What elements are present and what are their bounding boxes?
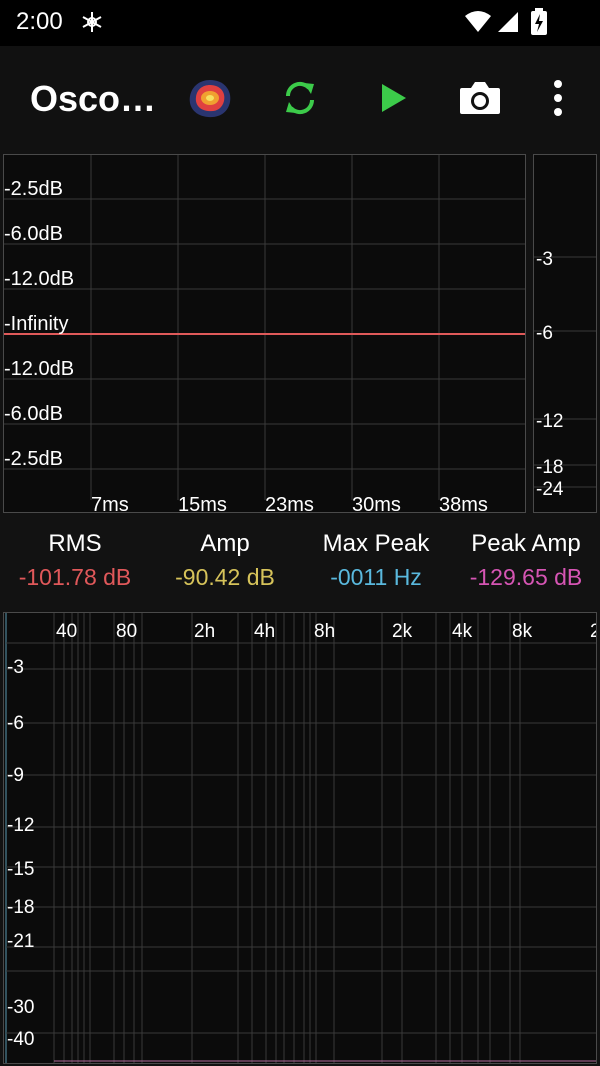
readout-value: -0011 Hz [330, 564, 422, 590]
readout-label: Peak Amp [471, 530, 581, 557]
waveform-x-label: 7ms [91, 494, 129, 512]
readout-rms: RMS -101.78 dB [10, 530, 140, 591]
readout-peak-amp: Peak Amp -129.65 dB [458, 530, 594, 591]
app-title: Osco… [30, 78, 157, 119]
spectrum-y-label: -18 [7, 897, 34, 918]
level-meter-panel: -3 -6 -12 -18 -24 [533, 154, 597, 513]
spectrum-x-label: 8k [512, 621, 533, 642]
spectrum-x-label: 80 [116, 621, 137, 642]
waveform-y-label: -6.0dB [4, 223, 63, 245]
level-meter: -3 -6 -12 -18-24 [534, 249, 596, 500]
waveform-x-label: 15ms [178, 494, 227, 512]
wifi-icon [464, 10, 492, 38]
spectrum-x-label: 2k [392, 621, 413, 642]
spectrum-y-label: -15 [7, 859, 34, 880]
readout-label: Amp [200, 530, 250, 557]
spectrum-panel[interactable]: 40 80 2h 4h 8h 2k 4k 8k 2 -3 -6 -9 -12 -15 -18 -21 -30 -… [3, 612, 597, 1064]
waveform-y-label: -Infinity [4, 313, 68, 335]
cell-signal-icon [496, 10, 520, 38]
waveform-plot: -2.5dB -6.0dB -12.0dB -Infinity -12.0dB -6.0d… [4, 155, 525, 512]
spectrum-x-label: 40 [56, 621, 77, 642]
waveform-x-label: 23ms [265, 494, 314, 512]
meter-label: -24 [536, 479, 564, 500]
readout-value: -90.42 dB [175, 564, 275, 590]
camera-icon[interactable] [456, 74, 504, 122]
readout-label: RMS [48, 530, 102, 557]
spectrum-y-label: -6 [7, 713, 24, 734]
spectrum-x-label: 2 [590, 621, 596, 642]
status-bar: 2:00 [0, 0, 600, 46]
battery-charging-icon [530, 8, 548, 40]
spectrum-plot: 40 80 2h 4h 8h 2k 4k 8k 2 -3 -6 -9 -12 -15 -18 -21 -30 -… [5, 613, 596, 1063]
waveform-x-label: 30ms [352, 494, 401, 512]
readout-max-peak: Max Peak -0011 Hz [306, 530, 446, 591]
waveform-panel[interactable]: -2.5dB -6.0dB -12.0dB -Infinity -12.0dB -6.0d… [3, 154, 526, 513]
meter-label: -18 [536, 457, 563, 478]
waveform-x-label: 38ms [439, 494, 488, 512]
spectrum-x-label: 8h [314, 621, 335, 642]
sync-icon[interactable] [276, 74, 324, 122]
waveform-y-label: -2.5dB [4, 178, 63, 200]
spectrum-x-label: 4h [254, 621, 275, 642]
notification-icon [80, 10, 104, 38]
app-toolbar: Osco… [0, 46, 600, 150]
status-time: 2:00 [16, 8, 63, 35]
waveform-y-label: -2.5dB [4, 448, 63, 470]
app-logo-icon[interactable] [186, 74, 234, 122]
spectrum-y-label: -3 [7, 657, 24, 678]
readout-value: -129.65 dB [469, 564, 583, 590]
more-options-icon[interactable] [534, 74, 582, 122]
readouts-row: RMS -101.78 dB Amp -90.42 dB Max Peak -0… [0, 520, 600, 606]
readout-value: -101.78 dB [18, 564, 132, 590]
spectrum-x-label: 4k [452, 621, 473, 642]
readout-label: Max Peak [322, 530, 430, 557]
play-icon[interactable] [368, 74, 416, 122]
meter-label: -12 [536, 411, 563, 432]
meter-label: -3 [536, 249, 553, 270]
spectrum-y-label: -40 [7, 1029, 34, 1050]
spectrum-y-label: -21 [7, 931, 34, 952]
spectrum-y-label: -30 [7, 997, 34, 1018]
waveform-y-label: -12.0dB [4, 268, 74, 290]
readout-amp: Amp -90.42 dB [160, 530, 290, 591]
spectrum-y-label: -9 [7, 765, 24, 786]
spectrum-x-label: 2h [194, 621, 215, 642]
waveform-y-label: -12.0dB [4, 358, 74, 380]
meter-label: -6 [536, 323, 553, 344]
spectrum-y-label: -12 [7, 815, 34, 836]
waveform-y-label: -6.0dB [4, 403, 63, 425]
